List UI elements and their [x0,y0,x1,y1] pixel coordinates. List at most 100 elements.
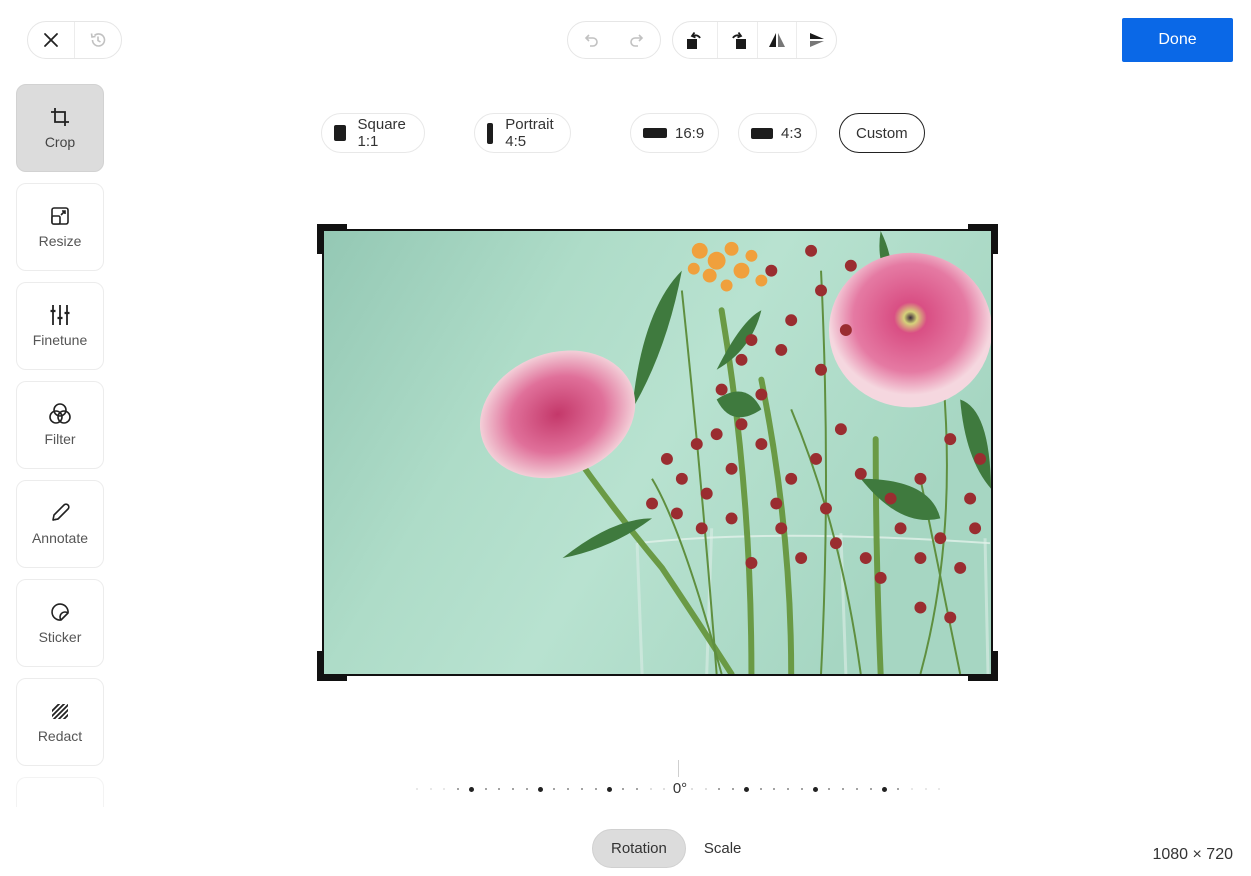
minor-tick [759,788,762,790]
rotate-right-button[interactable] [717,22,757,58]
tab-scale[interactable]: Scale [686,829,760,868]
major-tick [881,786,887,792]
sidebar-item-annotate[interactable]: Annotate [16,480,104,568]
revert-button[interactable] [74,22,120,58]
berry [914,552,927,564]
sidebar-item-crop[interactable]: Crop [16,84,104,172]
done-button[interactable]: Done [1122,18,1233,62]
ratio-16-9[interactable]: 16:9 [630,113,720,153]
berry [805,244,818,257]
minor-tick [828,788,831,790]
berry [964,492,977,505]
minor-tick [498,788,501,790]
berry [700,487,713,500]
berry [894,522,907,535]
berry [839,324,852,337]
berry [660,452,673,465]
sidebar-item-finetune[interactable]: Finetune [16,282,104,370]
berry [834,423,847,436]
wide-shape-icon [643,128,667,138]
flower-image [324,231,991,674]
crop-handle-bottom-left[interactable] [317,651,347,681]
flip-vertical-icon [809,33,824,47]
flip-horizontal-button[interactable] [756,22,797,58]
rotation-slider[interactable]: 0° [410,758,941,798]
crop-handle-bottom-right[interactable] [968,651,998,681]
ratio-label: 16:9 [675,124,705,142]
major-tick [469,786,475,792]
minor-tick [580,788,583,790]
minor-tick [732,788,734,790]
ratio-square[interactable]: Square 1:1 [321,113,426,153]
minor-tick [635,788,638,790]
sidebar-item-sticker[interactable]: Sticker [16,579,104,667]
ratio-label: Square 1:1 [357,116,406,150]
minor-tick [690,788,693,790]
minor-tick [924,788,927,790]
berry [755,388,768,401]
minor-tick [594,788,597,790]
minor-tick [553,788,556,790]
minor-tick [429,788,432,790]
berry [735,353,748,366]
resize-icon [48,204,72,228]
berry [829,537,842,550]
square-shape-icon [334,125,346,141]
rotate-left-button[interactable] [673,22,717,58]
pencil-icon [48,501,72,525]
major-tick [606,786,612,792]
berry [815,363,827,376]
minor-tick [567,788,569,790]
minor-tick [649,788,652,790]
berry [820,502,832,515]
redo-button[interactable] [614,22,660,58]
crop-icon [48,105,72,129]
rotation-angle-label: 0° [669,780,691,797]
minor-tick [855,788,858,790]
minor-tick [800,788,803,790]
berry [710,428,723,441]
major-tick [744,786,750,792]
berry [884,492,897,505]
undo-button[interactable] [568,22,614,58]
filter-icon [48,402,72,426]
sidebar-item-resize[interactable]: Resize [16,183,104,271]
berry [646,497,658,510]
undo-redo-group [567,21,661,59]
crop-handle-top-right[interactable] [968,224,998,254]
sticker-icon [48,600,72,624]
berry [765,264,778,277]
minor-tick [663,788,666,790]
minor-tick [415,788,418,790]
berry [815,284,827,297]
berry [670,507,683,520]
ratio-portrait[interactable]: Portrait 4:5 [474,113,572,153]
ratio-label: Portrait 4:5 [505,116,554,150]
flip-vertical-button[interactable] [796,22,836,58]
crop-handle-top-left[interactable] [317,224,347,254]
tab-rotation[interactable]: Rotation [592,829,686,868]
close-icon [44,33,58,47]
flip-horizontal-icon [769,33,786,47]
ratio-custom[interactable]: Custom [839,113,925,153]
crop-area[interactable] [317,224,998,681]
minor-tick [704,788,707,790]
berry [675,472,688,485]
redact-icon [48,699,72,723]
sidebar-item-filter[interactable]: Filter [16,381,104,469]
berry [715,383,728,396]
mode-tabs: Rotation Scale [592,829,759,868]
rotate-right-icon [731,31,746,49]
berry [934,532,947,545]
close-button[interactable] [28,22,74,58]
berry [725,512,738,525]
minor-tick [457,788,459,790]
undo-icon [584,34,598,47]
sidebar-item-redact[interactable]: Redact [16,678,104,766]
berry [944,433,957,446]
history-icon [90,33,105,47]
berry [755,438,768,451]
berry [854,467,867,480]
sidebar-item-more[interactable] [16,777,104,807]
ratio-4-3[interactable]: 4:3 [738,113,817,153]
